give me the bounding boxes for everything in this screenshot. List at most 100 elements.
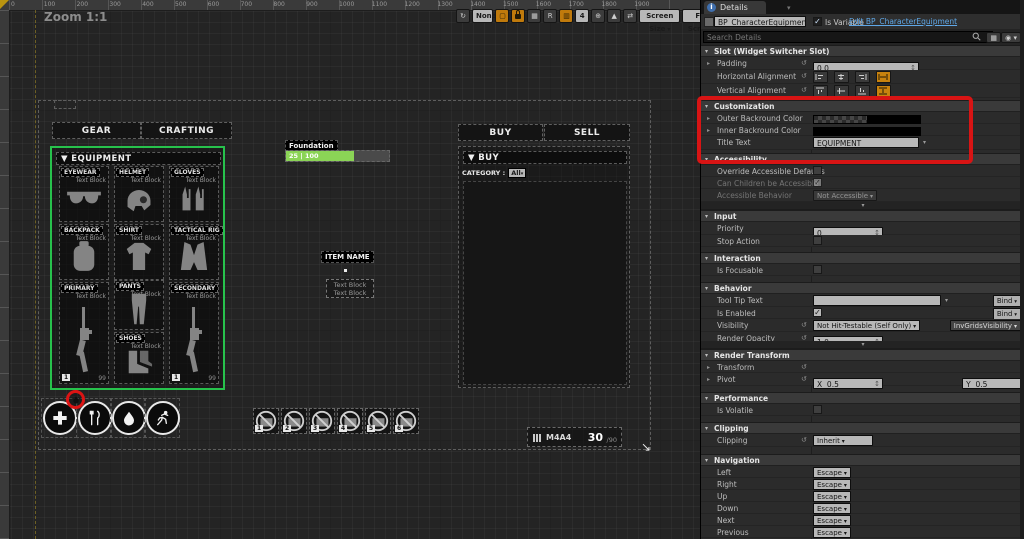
visibility-bind-button[interactable]: InvGridsVisibility: [950, 320, 1021, 331]
nav-next-dropdown[interactable]: Escape: [813, 515, 851, 526]
nav-previous-dropdown[interactable]: Escape: [813, 527, 851, 538]
widget-name-field[interactable]: BP_CharacterEquipment: [714, 16, 806, 27]
item-textblock-group[interactable]: Text Block Text Block: [326, 279, 374, 298]
localization-preview-button[interactable]: ↻: [456, 9, 470, 23]
category-dropdown[interactable]: All: [508, 168, 526, 178]
edit-blueprint-link[interactable]: Edit BP_CharacterEquipment: [849, 17, 957, 26]
section-customization[interactable]: ▾Customization: [701, 100, 1024, 112]
is-focusable-checkbox[interactable]: [813, 265, 822, 274]
nav-right-dropdown[interactable]: Escape: [813, 479, 851, 490]
accessible-behavior-dropdown[interactable]: Not Accessible: [813, 190, 877, 201]
equipment-panel[interactable]: ▼ EQUIPMENT EYEWEAR Text Block HELMET Te…: [50, 146, 225, 390]
halign-center-button[interactable]: [834, 71, 849, 83]
tab-details[interactable]: i Details: [704, 1, 766, 14]
valign-top-button[interactable]: [813, 85, 828, 97]
grid-view-button[interactable]: ▦: [986, 32, 1001, 43]
widget-outline-toggle[interactable]: ▢: [495, 9, 509, 23]
halign-right-button[interactable]: [855, 71, 870, 83]
screen-size-dropdown[interactable]: Screen Size: [639, 9, 680, 23]
shop-panel[interactable]: ▼ BUY CATEGORY :All: [458, 146, 630, 388]
section-expander[interactable]: ▾: [701, 202, 1024, 210]
hotbar-slot[interactable]: 1: [253, 408, 279, 434]
section-performance[interactable]: ▾Performance: [701, 392, 1024, 404]
tooltip-field[interactable]: [813, 295, 941, 306]
shop-item-list[interactable]: [463, 181, 627, 385]
foundation-progress-bar[interactable]: 25 | 100: [285, 150, 390, 162]
hotbar-slot[interactable]: 3: [309, 408, 335, 434]
flip-preview-button[interactable]: ⇄: [623, 9, 637, 23]
collapsed-widget-box[interactable]: [54, 100, 76, 109]
gear-tab-button[interactable]: GEAR: [52, 122, 141, 139]
resize-handle[interactable]: ↘: [641, 440, 651, 454]
equipment-slot-tactical-rig[interactable]: TACTICAL RIG Text Block: [169, 224, 219, 280]
is-variable-checkbox[interactable]: [813, 17, 822, 26]
override-accessible-checkbox[interactable]: [813, 166, 822, 175]
section-behavior[interactable]: ▾Behavior: [701, 282, 1024, 294]
preview-background-button[interactable]: ▲: [607, 9, 621, 23]
grid-size-button[interactable]: 4: [575, 9, 589, 23]
halign-fill-button[interactable]: [876, 71, 891, 83]
equipment-slot-shoes[interactable]: SHOES Text Block: [114, 332, 164, 384]
valign-bottom-button[interactable]: [855, 85, 870, 97]
equipment-slot-backpack[interactable]: BACKPACK Text Block: [59, 224, 109, 280]
stamina-button[interactable]: [146, 401, 180, 435]
halign-left-button[interactable]: [813, 71, 828, 83]
crafting-tab-button[interactable]: CRAFTING: [141, 122, 232, 139]
reset-icon[interactable]: ↺: [801, 321, 807, 329]
section-render-transform[interactable]: ▾Render Transform: [701, 349, 1024, 361]
reset-icon[interactable]: ↺: [801, 86, 807, 94]
hotbar-slot[interactable]: 5: [365, 408, 391, 434]
title-text-dropdown-arrow[interactable]: ▾: [923, 139, 926, 146]
clipping-dropdown[interactable]: Inherit: [813, 435, 873, 446]
equipment-slot-eyewear[interactable]: EYEWEAR Text Block: [59, 166, 109, 222]
expand-arrow-icon[interactable]: ▸: [707, 376, 710, 383]
is-enabled-checkbox[interactable]: [813, 308, 822, 317]
hotbar-slot[interactable]: 4: [337, 408, 363, 434]
expand-arrow-icon[interactable]: ▸: [707, 60, 710, 67]
reset-icon[interactable]: ↺: [801, 375, 807, 383]
tooltip-dropdown-arrow[interactable]: ▾: [945, 297, 948, 304]
section-expander[interactable]: ▾: [701, 341, 1024, 349]
snap-grid-toggle[interactable]: ▥: [559, 9, 573, 23]
sell-tab-button[interactable]: SELL: [544, 124, 630, 141]
equipment-slot-pants[interactable]: PANTS Text Block: [114, 280, 164, 330]
expand-arrow-icon[interactable]: ▸: [707, 364, 710, 371]
nav-up-dropdown[interactable]: Escape: [813, 491, 851, 502]
inner-color-swatch[interactable]: [813, 127, 921, 136]
equipment-panel-header[interactable]: ▼ EQUIPMENT: [56, 152, 221, 165]
hotbar-slot[interactable]: 6: [393, 408, 419, 434]
nav-down-dropdown[interactable]: Escape: [813, 503, 851, 514]
stop-action-checkbox[interactable]: [813, 236, 822, 245]
pivot-x-field[interactable]: X 0.5: [813, 378, 883, 389]
is-volatile-checkbox[interactable]: [813, 405, 822, 414]
expand-arrow-icon[interactable]: ▸: [707, 115, 710, 122]
vital-slot-stamina[interactable]: [144, 398, 180, 438]
valign-fill-button[interactable]: [876, 85, 891, 97]
equipment-slot-helmet[interactable]: HELMET Text Block: [114, 166, 164, 222]
transform-mode-button[interactable]: ⊕: [591, 9, 605, 23]
shop-panel-header[interactable]: ▼ BUY: [463, 151, 627, 164]
children-accessible-checkbox[interactable]: [813, 178, 822, 187]
item-name-label[interactable]: ITEM NAME: [321, 251, 374, 263]
designer-canvas[interactable]: 0100200300400500600700800900100011001200…: [0, 0, 700, 539]
valign-center-button[interactable]: [834, 85, 849, 97]
water-button[interactable]: [112, 401, 146, 435]
visibility-dropdown[interactable]: Not Hit-Testable (Self Only): [813, 320, 920, 331]
tab-options-arrow[interactable]: ▾: [787, 4, 791, 12]
food-button[interactable]: [78, 401, 112, 435]
outer-color-swatch[interactable]: [813, 115, 921, 124]
preview-none-button[interactable]: None: [472, 9, 493, 23]
reset-icon[interactable]: ↺: [801, 363, 807, 371]
equipment-slot-shirt[interactable]: SHIRT Text Block: [114, 224, 164, 280]
equipment-slot-secondary[interactable]: SECONDARY Text Block 1 99: [169, 282, 219, 384]
hotbar-slot[interactable]: 2: [281, 408, 307, 434]
title-text-field[interactable]: EQUIPMENT: [813, 137, 919, 148]
grid-snap-toggle[interactable]: ▦: [527, 9, 541, 23]
expand-arrow-icon[interactable]: ▸: [707, 127, 710, 134]
buy-tab-button[interactable]: BUY: [458, 124, 543, 141]
details-scrollbar[interactable]: [1020, 0, 1024, 539]
section-input[interactable]: ▾Input: [701, 210, 1024, 222]
tooltip-bind-button[interactable]: Bind: [993, 295, 1021, 307]
vital-slot-water[interactable]: [110, 398, 146, 438]
equipment-slot-gloves[interactable]: GLOVES Text Block: [169, 166, 219, 222]
